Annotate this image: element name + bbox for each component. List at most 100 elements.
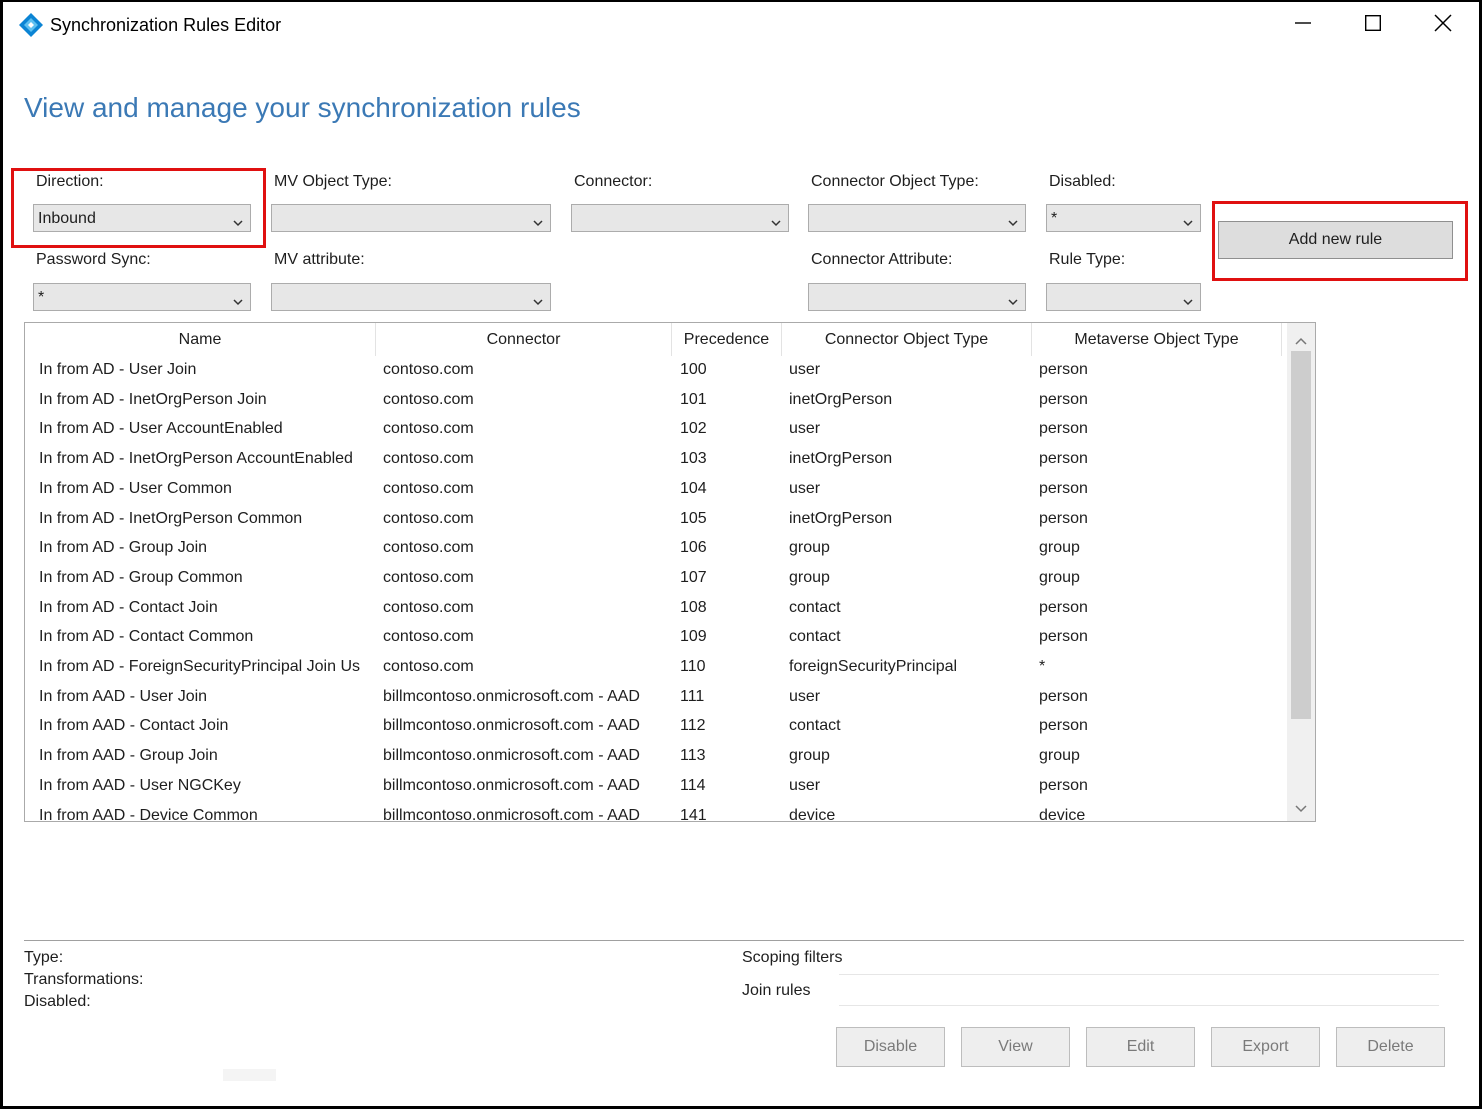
minimize-button[interactable]	[1280, 10, 1326, 40]
metaverse-object-type-cell: person	[1039, 687, 1088, 705]
name-cell: In from AD - InetOrgPerson Common	[39, 509, 303, 527]
precedence-cell: 114	[680, 776, 706, 794]
column-header-connector-object-type[interactable]: Connector Object Type	[782, 323, 1032, 356]
maximize-button[interactable]	[1350, 10, 1396, 40]
direction-label: Direction:	[36, 173, 104, 190]
rule-type-label: Rule Type:	[1049, 251, 1126, 268]
rule-type-select[interactable]	[1046, 283, 1201, 311]
connector-attribute-select[interactable]	[808, 283, 1026, 311]
mv-object-type-select[interactable]	[271, 204, 551, 232]
delete-button[interactable]: Delete	[1336, 1027, 1445, 1067]
column-header-name[interactable]: Name	[25, 323, 376, 356]
direction-select[interactable]: Inbound	[33, 204, 251, 232]
connector-attribute-label: Connector Attribute:	[811, 251, 953, 268]
connector-cell: contoso.com	[383, 658, 474, 675]
precedence-cell: 141	[680, 806, 707, 822]
column-header-precedence[interactable]: Precedence	[672, 323, 782, 356]
direction-value: Inbound	[38, 210, 96, 227]
table-row[interactable]: In from AAD - User Join billmcontoso.onmi…	[25, 683, 1287, 713]
title-bar: Synchronization Rules Editor	[3, 2, 1479, 48]
details-divider	[24, 940, 1464, 941]
rules-grid[interactable]: Name Connector Precedence Connector Obje…	[24, 322, 1316, 822]
scroll-down-icon[interactable]	[1294, 801, 1308, 813]
close-button[interactable]	[1420, 10, 1466, 40]
table-row[interactable]: In from AAD - Group Join billmcontoso.onm…	[25, 742, 1287, 772]
precedence-cell: 112	[680, 717, 706, 735]
connector-object-type-cell: user	[789, 420, 821, 438]
rules-editor-window: Synchronization Rules Editor View and ma…	[3, 2, 1479, 1106]
precedence-cell: 102	[680, 420, 707, 438]
connector-cell: contoso.com	[383, 568, 474, 586]
connector-object-type-cell: inetOrgPerson	[789, 509, 893, 527]
name-cell: In from AD - InetOrgPerson AccountEnable…	[39, 450, 353, 468]
table-row[interactable]: In from AD - User Join contoso.com 100 user…	[25, 356, 1287, 386]
table-row[interactable]: In from AD - Contact Common contoso.com 10…	[25, 623, 1287, 653]
export-button[interactable]: Export	[1211, 1027, 1320, 1067]
name-cell: In from AAD - Device Common	[39, 806, 258, 822]
table-row[interactable]: In from AD - InetOrgPerson Join contoso.c…	[25, 386, 1287, 416]
metaverse-object-type-cell: *	[1039, 658, 1046, 675]
chevron-down-icon	[1008, 214, 1018, 227]
table-row[interactable]: In from AD - Group Common contoso.com 107 g…	[25, 564, 1287, 594]
connector-cell: contoso.com	[383, 479, 474, 497]
name-cell: In from AD - ForeignSecurityPrincipal Jo…	[39, 658, 360, 675]
connector-cell: contoso.com	[383, 509, 474, 527]
connector-object-type-cell: foreignSecurityPrincipal	[789, 658, 958, 675]
table-row[interactable]: In from AAD - Device Common billmcontoso.…	[25, 802, 1287, 822]
scroll-up-icon[interactable]	[1294, 333, 1308, 345]
view-button[interactable]: View	[961, 1027, 1070, 1067]
connector-cell: billmcontoso.onmicrosoft.com - AAD	[383, 747, 640, 765]
table-row[interactable]: In from AAD - Contact Join billmcontoso.o…	[25, 712, 1287, 742]
name-cell: In from AD - InetOrgPerson Join	[39, 390, 267, 408]
add-new-rule-button[interactable]: Add new rule	[1218, 221, 1453, 259]
precedence-cell: 110	[680, 658, 706, 675]
chevron-down-icon	[1183, 293, 1193, 306]
precedence-cell: 109	[680, 628, 707, 646]
vertical-scrollbar[interactable]	[1287, 323, 1315, 821]
precedence-cell: 107	[680, 568, 707, 586]
table-row[interactable]: In from AD - InetOrgPerson AccountEnable…	[25, 445, 1287, 475]
table-row[interactable]: In from AD - Group Join contoso.com 106 gro…	[25, 534, 1287, 564]
column-header-metaverse-object-type[interactable]: Metaverse Object Type	[1032, 323, 1282, 356]
metaverse-object-type-cell: device	[1039, 806, 1086, 822]
scrollbar-thumb[interactable]	[1291, 351, 1311, 719]
connector-cell: contoso.com	[383, 420, 474, 438]
connector-object-type-cell: group	[789, 539, 830, 557]
connector-cell: billmcontoso.onmicrosoft.com - AAD	[383, 717, 640, 735]
name-cell: In from AD - User Common	[39, 479, 232, 497]
precedence-cell: 111	[680, 687, 705, 705]
window-title: Synchronization Rules Editor	[50, 15, 282, 35]
table-row[interactable]: In from AD - User AccountEnabled contoso.…	[25, 415, 1287, 445]
chevron-down-icon	[1183, 214, 1193, 227]
metaverse-object-type-cell: person	[1039, 450, 1088, 468]
chevron-down-icon	[533, 214, 543, 227]
connector-cell: contoso.com	[383, 598, 474, 616]
disabled-value: *	[1051, 210, 1058, 227]
connector-object-type-cell: user	[789, 687, 821, 705]
table-row[interactable]: In from AAD - User NGCKey billmcontoso.on…	[25, 772, 1287, 802]
chevron-down-icon	[233, 293, 243, 306]
edit-button[interactable]: Edit	[1086, 1027, 1195, 1067]
mv-attribute-select[interactable]	[271, 283, 551, 311]
column-header-connector[interactable]: Connector	[376, 323, 672, 356]
connector-object-type-cell: contact	[789, 717, 841, 735]
precedence-cell: 105	[680, 509, 707, 527]
table-row[interactable]: In from AD - ForeignSecurityPrincipal Jo…	[25, 653, 1287, 683]
disable-button[interactable]: Disable	[836, 1027, 945, 1067]
metaverse-object-type-cell: group	[1039, 568, 1080, 586]
metaverse-object-type-cell: person	[1039, 776, 1088, 794]
table-row[interactable]: In from AD - User Common contoso.com 104 us…	[25, 475, 1287, 505]
sync-app-icon	[18, 12, 44, 38]
connector-select[interactable]	[571, 204, 789, 232]
password-sync-select[interactable]: *	[33, 283, 251, 311]
table-row[interactable]: In from AD - InetOrgPerson Common contoso…	[25, 505, 1287, 535]
disabled-select[interactable]: *	[1046, 204, 1201, 232]
name-cell: In from AD - Contact Common	[39, 628, 254, 646]
mv-attribute-label: MV attribute:	[274, 251, 365, 268]
table-row[interactable]: In from AD - Contact Join contoso.com 108 c…	[25, 594, 1287, 624]
join-rules-label: Join rules	[742, 982, 811, 999]
password-sync-label: Password Sync:	[36, 251, 151, 268]
connector-object-type-select[interactable]	[808, 204, 1026, 232]
connector-object-type-cell: inetOrgPerson	[789, 450, 893, 468]
connector-label: Connector:	[574, 173, 653, 190]
